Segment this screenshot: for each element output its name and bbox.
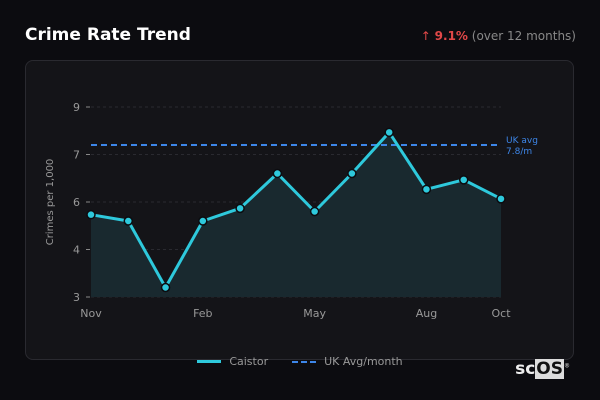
legend-item-uk-avg[interactable]: UK Avg/month [292,355,403,368]
legend-label: Caistor [229,355,269,368]
x-tick-label: Aug [416,307,437,320]
line-chart: 3 4 6 7 9 Crimes per 1,000 Nov Feb May Aug Oct UK a… [45,101,538,320]
x-tick-label: Feb [193,307,212,320]
data-point-jan [160,282,171,293]
area-fill [91,132,501,297]
data-point-feb [198,216,208,226]
data-point-dec [123,216,134,226]
chart-legend: Caistor UK Avg/month [0,355,600,368]
data-point-sep [458,175,469,185]
x-tick-label: May [303,307,326,320]
y-tick-label: 4 [73,244,80,257]
data-point-jun [347,168,357,179]
legend-label: UK Avg/month [324,355,403,368]
reference-value: 7.8/m [506,147,532,157]
data-point-mar [235,203,245,214]
data-point-aug [421,184,432,195]
y-axis-label: Crimes per 1,000 [45,159,56,246]
watermark-logo: scOS® [515,359,570,379]
x-tick-label: Nov [80,307,102,320]
data-point-jul [384,127,394,138]
legend-swatch-dashed [292,360,317,363]
reference-label: UK avg [506,136,538,146]
legend-item-caistor[interactable]: Caistor [197,355,268,368]
x-tick-label: Oct [491,307,511,320]
y-tick-label: 9 [73,101,80,114]
y-tick-label: 7 [73,149,80,162]
data-point-may [309,206,320,217]
data-point-oct [496,194,506,204]
data-point-apr [272,168,283,179]
y-tick-label: 6 [73,196,80,209]
data-point-nov [86,209,96,220]
legend-swatch-solid [197,360,222,363]
y-tick-label: 3 [73,291,80,304]
